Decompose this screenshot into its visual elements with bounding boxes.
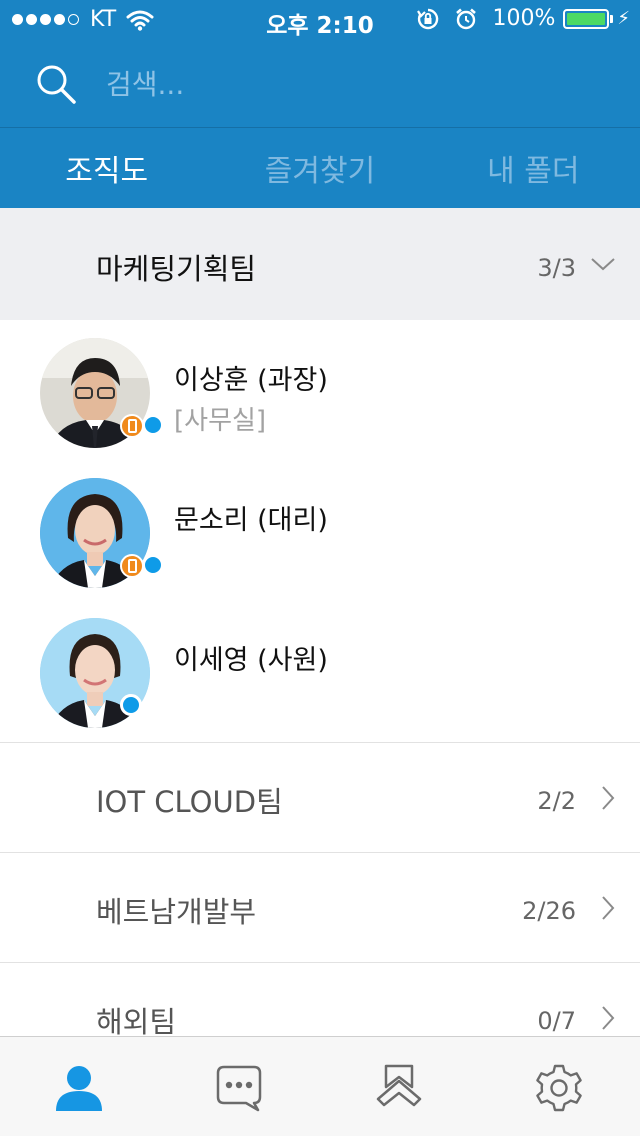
chat-bubble-icon <box>216 1065 262 1112</box>
member-status: [사무실] <box>174 406 267 436</box>
bottom-tab-bar <box>0 1036 640 1136</box>
group-name: 마케팅기획팀 <box>96 252 257 286</box>
member-name: 문소리 (대리) <box>174 505 328 536</box>
tab-favorites[interactable]: 즐겨찾기 <box>213 128 426 208</box>
tab-org-chart[interactable]: 조직도 <box>0 128 213 208</box>
tab-chat[interactable] <box>212 1061 266 1115</box>
tab-contacts[interactable] <box>52 1061 106 1115</box>
bookmark-icon <box>376 1064 422 1107</box>
chevron-right-icon <box>602 786 615 810</box>
app-header: KT 오후 2:10 100% ⚡ 검색... 조직도 즐겨찾기 내 폴더 <box>0 0 640 208</box>
search-input[interactable] <box>106 62 586 106</box>
group-name: 해외팀 <box>96 1005 177 1039</box>
group-count: 0/7 <box>537 1007 576 1035</box>
status-bar: KT 오후 2:10 100% ⚡ <box>0 0 640 40</box>
tab-my-folder[interactable]: 내 폴더 <box>427 128 640 208</box>
group-count: 3/3 <box>537 254 576 282</box>
group-name: IOT CLOUD팀 <box>96 785 283 819</box>
battery-percent: 100% <box>492 6 556 31</box>
group-count: 2/26 <box>522 897 576 925</box>
tab-settings[interactable] <box>532 1061 586 1115</box>
rotation-lock-icon <box>417 8 439 29</box>
group-count: 2/2 <box>537 787 576 815</box>
group-row[interactable]: 베트남개발부 2/26 <box>0 852 640 962</box>
gear-icon <box>536 1064 582 1112</box>
mobile-device-icon <box>120 414 144 438</box>
group-name: 베트남개발부 <box>96 895 257 929</box>
person-icon <box>56 1066 102 1111</box>
chevron-right-icon <box>602 1006 615 1030</box>
member-row[interactable]: 문소리 (대리) <box>0 462 640 602</box>
member-row[interactable]: 이상훈 (과장) [사무실] <box>0 322 640 462</box>
search-bar <box>0 40 640 128</box>
charging-icon: ⚡ <box>617 8 630 29</box>
group-header-expanded[interactable]: 마케팅기획팀 3/3 <box>0 208 640 320</box>
member-name: 이상훈 (과장) <box>174 365 328 396</box>
tab-bookmarks[interactable] <box>372 1061 426 1115</box>
mobile-device-icon <box>120 554 144 578</box>
battery-icon <box>563 8 610 29</box>
search-icon[interactable] <box>34 62 80 108</box>
member-name: 이세영 (사원) <box>174 645 328 676</box>
alarm-clock-icon <box>456 8 477 29</box>
online-status-icon <box>120 694 142 716</box>
group-row[interactable]: IOT CLOUD팀 2/2 <box>0 742 640 852</box>
member-row[interactable]: 이세영 (사원) <box>0 602 640 742</box>
chevron-down-icon <box>591 258 615 271</box>
online-status-icon <box>142 414 164 436</box>
chevron-right-icon <box>602 896 615 920</box>
online-status-icon <box>142 554 164 576</box>
top-tabs: 조직도 즐겨찾기 내 폴더 <box>0 128 640 208</box>
